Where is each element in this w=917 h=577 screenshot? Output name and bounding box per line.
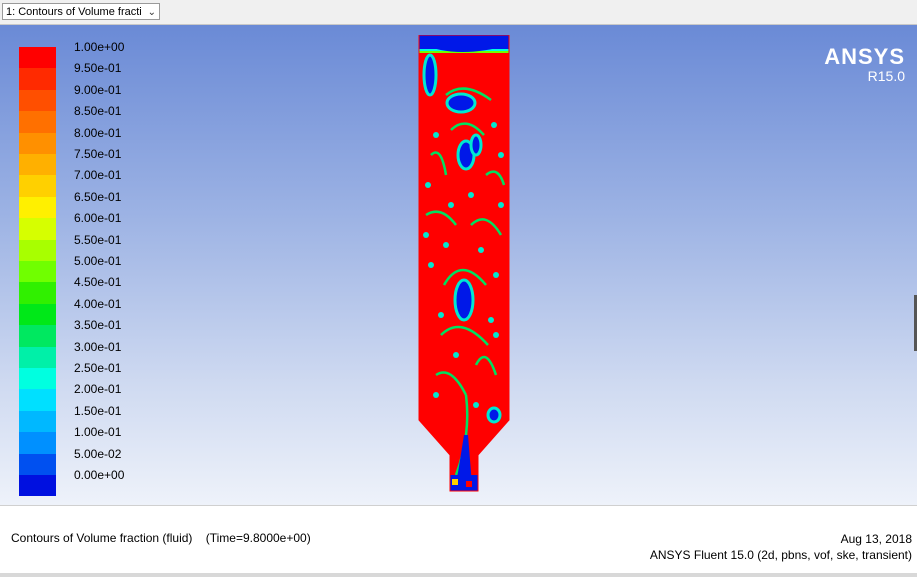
legend-label: 0.00e+00 — [74, 468, 125, 482]
legend-label: 3.50e-01 — [74, 318, 122, 333]
legend-swatch — [19, 453, 56, 475]
legend-label: 4.50e-01 — [74, 275, 122, 290]
logo-name: ANSYS — [824, 44, 905, 69]
legend-label: 4.00e-01 — [74, 296, 122, 311]
legend-swatch — [19, 218, 56, 240]
legend-swatch — [19, 132, 56, 154]
legend-swatch — [19, 475, 56, 497]
legend-label: 3.00e-01 — [74, 339, 122, 354]
legend-swatch — [19, 389, 56, 411]
contour-plot-domain — [416, 34, 512, 500]
legend-swatch — [19, 325, 56, 347]
legend-label: 1.00e+00 — [74, 40, 125, 54]
legend-swatch — [19, 261, 56, 283]
legend-label: 8.50e-01 — [74, 104, 122, 119]
ansys-logo: ANSYS R15.0 — [824, 44, 905, 84]
legend-label: 8.00e-01 — [74, 125, 122, 140]
legend-label: 5.00e-01 — [74, 254, 122, 268]
plot-date: Aug 13, 2018 — [840, 532, 912, 546]
legend-label: 9.50e-01 — [74, 61, 122, 76]
legend-swatch — [19, 239, 56, 261]
status-footer: Contours of Volume fraction (fluid) (Tim… — [0, 505, 917, 574]
legend-swatch — [19, 68, 56, 90]
legend-label: 6.00e-01 — [74, 211, 122, 226]
plot-title: Contours of Volume fraction (fluid) (Tim… — [11, 531, 311, 545]
solver-info: ANSYS Fluent 15.0 (2d, pbns, vof, ske, t… — [649, 548, 912, 562]
legend-label: 1.50e-01 — [74, 403, 122, 418]
legend-label: 5.50e-01 — [74, 232, 122, 247]
graphics-viewport[interactable]: 1.00e+00 9.50e-01 9.00e-01 8.50e-01 8.00e-01… — [0, 25, 917, 505]
legend-swatch — [19, 196, 56, 219]
legend-swatch — [19, 89, 56, 112]
legend-swatch — [19, 154, 56, 176]
legend-swatch — [19, 368, 56, 390]
legend-label: 5.00e-02 — [74, 446, 122, 461]
logo-version: R15.0 — [867, 68, 905, 84]
legend-swatch — [19, 175, 56, 197]
legend-swatch — [19, 111, 56, 133]
legend-label: 1.00e-01 — [74, 425, 122, 440]
legend-label: 2.50e-01 — [74, 361, 122, 375]
legend-swatch — [19, 432, 56, 454]
chevron-down-icon[interactable]: ⌄ — [148, 4, 156, 21]
legend-label: 6.50e-01 — [74, 189, 122, 204]
legend-swatch — [19, 346, 56, 368]
legend-label: 7.50e-01 — [74, 147, 122, 161]
plot-info: Aug 13, 2018 ANSYS Fluent 15.0 (2d, pbns… — [650, 531, 912, 563]
toolbar: 1: Contours of Volume fractic ⌄ — [0, 0, 917, 25]
legend-swatch — [19, 47, 56, 69]
legend-swatch — [19, 410, 56, 433]
legend-swatch — [19, 282, 56, 304]
display-selector-dropdown[interactable]: 1: Contours of Volume fractic ⌄ — [2, 3, 160, 20]
bottom-border — [0, 573, 917, 577]
display-selector-label: 1: Contours of Volume fractic — [6, 6, 142, 18]
legend-label: 7.00e-01 — [74, 168, 122, 183]
legend-label: 2.00e-01 — [74, 382, 122, 397]
legend-label: 9.00e-01 — [74, 82, 122, 97]
legend-swatch — [19, 303, 56, 326]
